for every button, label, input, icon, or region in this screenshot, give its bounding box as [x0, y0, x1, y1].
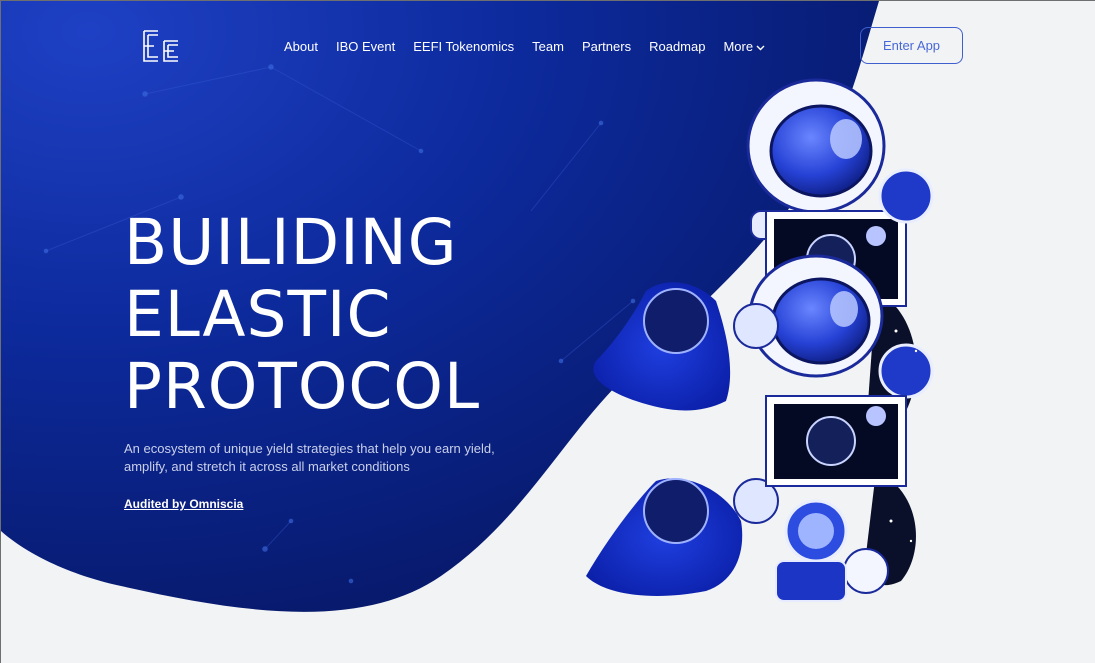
nav-ibo-event[interactable]: IBO Event — [336, 39, 395, 54]
audited-by-link[interactable]: Audited by Omniscia — [124, 497, 243, 511]
hero-title: BUILIDING ELASTIC PROTOCOL — [124, 207, 480, 423]
nav-team[interactable]: Team — [532, 39, 564, 54]
nav-about[interactable]: About — [284, 39, 318, 54]
nav-more[interactable]: More — [723, 39, 765, 54]
hero-subtitle: An ecosystem of unique yield strategies … — [124, 441, 495, 474]
page: About IBO Event EEFI Tokenomics Team Par… — [0, 0, 1095, 663]
hero-title-line-1: BUILIDING — [124, 206, 458, 279]
enter-app-button[interactable]: Enter App — [860, 27, 963, 64]
astronaut-collage-illustration — [586, 78, 934, 602]
nav-eefi-tokenomics[interactable]: EEFI Tokenomics — [413, 39, 514, 54]
nav-roadmap[interactable]: Roadmap — [649, 39, 705, 54]
main-nav: About IBO Event EEFI Tokenomics Team Par… — [284, 37, 783, 55]
ee-logo-icon[interactable] — [142, 29, 180, 63]
hero-title-line-3: PROTOCOL — [124, 350, 481, 423]
hero-title-line-2: ELASTIC — [124, 278, 392, 351]
chevron-down-icon — [756, 39, 765, 54]
nav-partners[interactable]: Partners — [582, 39, 631, 54]
nav-more-label: More — [723, 38, 754, 54]
